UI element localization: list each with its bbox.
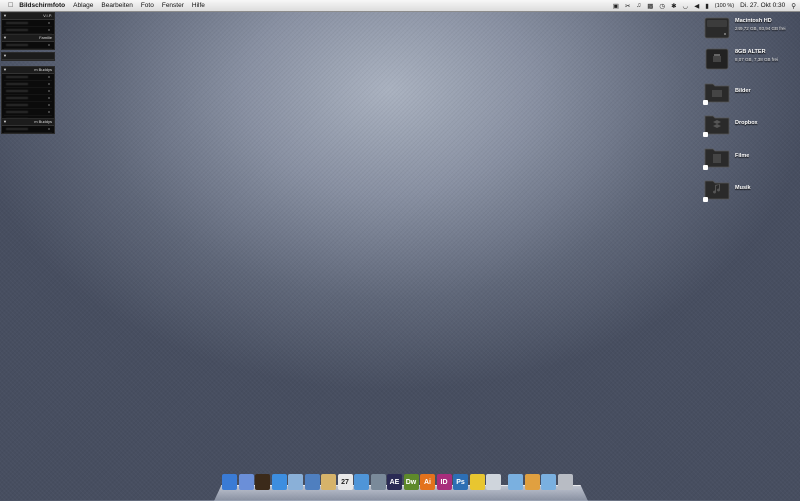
buddy-group-header[interactable]: ▼ m Buddys bbox=[2, 119, 54, 126]
buddy-row[interactable] bbox=[4, 102, 52, 109]
alias-badge-icon bbox=[703, 100, 708, 105]
dock-separator bbox=[503, 474, 507, 494]
desktop-item-label: Filme bbox=[735, 153, 750, 159]
dock-iphoto-icon[interactable] bbox=[370, 474, 386, 490]
desktop-item-info: 249,72 GB, 93,94 GB frei bbox=[735, 26, 786, 31]
desktop-bilder[interactable]: Bilder bbox=[703, 80, 798, 105]
usb-drive-icon[interactable] bbox=[704, 47, 730, 71]
disclosure-triangle-icon[interactable]: ▼ bbox=[3, 53, 7, 59]
dock-photoshop-icon[interactable]: Ps bbox=[453, 474, 468, 490]
desktop-wallpaper bbox=[0, 0, 800, 500]
dock-ical-icon[interactable]: 27 bbox=[337, 474, 353, 490]
alias-badge-icon bbox=[703, 132, 708, 137]
app-menu[interactable]: Bildschirmfoto bbox=[19, 2, 65, 9]
battery-percent: (100 %) bbox=[714, 2, 735, 9]
buddy-group-header[interactable]: ▼ Familie bbox=[2, 35, 54, 42]
buddy-group-vip[interactable]: ▼ V.I.P. bbox=[1, 12, 55, 35]
clock[interactable]: Di. 27. Okt 0:30 bbox=[740, 2, 785, 9]
dock-adium-icon[interactable] bbox=[255, 474, 270, 490]
scissors-icon[interactable]: ✂ bbox=[625, 2, 630, 10]
dock-trash-icon[interactable] bbox=[557, 474, 573, 490]
disclosure-triangle-icon[interactable]: ▼ bbox=[3, 119, 7, 125]
dock-after-effects-icon[interactable]: AE bbox=[387, 474, 402, 490]
desktop-item-label: Bilder bbox=[735, 88, 751, 94]
dock-applications-stack-icon[interactable] bbox=[508, 474, 523, 490]
buddy-row[interactable] bbox=[4, 95, 52, 102]
disclosure-triangle-icon[interactable]: ▼ bbox=[3, 35, 7, 41]
music-note-icon[interactable]: ♫ bbox=[636, 2, 641, 9]
desktop-item-label: 8GB ALTER bbox=[735, 49, 766, 55]
volume-icon[interactable]: ◀ bbox=[694, 2, 699, 10]
dock-ical-addressbook-icon[interactable] bbox=[304, 474, 320, 490]
buddy-group-familie[interactable]: ▼ Familie bbox=[1, 34, 55, 50]
desktop-musik[interactable]: Musik bbox=[703, 177, 798, 202]
desktop-item-label: Macintosh HD bbox=[735, 18, 772, 24]
desktop-item-info: 8,07 GB, 7,38 GB frei bbox=[735, 57, 779, 62]
buddy-row[interactable] bbox=[4, 27, 52, 34]
disclosure-triangle-icon[interactable]: ▼ bbox=[3, 13, 7, 19]
menu-fenster[interactable]: Fenster bbox=[162, 2, 184, 9]
dock: 27 AE Dw Ai ID Ps bbox=[222, 474, 573, 494]
dock-itunes-icon[interactable] bbox=[354, 474, 369, 490]
alias-badge-icon bbox=[703, 197, 708, 202]
bluetooth-icon[interactable]: ✱ bbox=[671, 2, 676, 10]
desktop-item-label: Musik bbox=[735, 185, 751, 191]
wifi-icon[interactable]: ◡ bbox=[683, 2, 689, 10]
buddy-group-buddys[interactable]: ▼ m Buddys bbox=[1, 66, 55, 124]
battery-icon[interactable]: ▮ bbox=[705, 2, 709, 10]
dock-indesign-icon[interactable]: ID bbox=[436, 474, 452, 490]
desktop-dropbox[interactable]: Dropbox bbox=[703, 112, 798, 137]
dropbox-status-icon[interactable]: ▣ bbox=[613, 2, 619, 10]
dock-documents-stack-icon[interactable] bbox=[524, 474, 540, 490]
buddy-row[interactable] bbox=[4, 42, 52, 49]
dock-safari-icon[interactable] bbox=[271, 474, 287, 490]
desktop-macintosh-hd[interactable]: Macintosh HD 249,72 GB, 93,94 GB frei bbox=[703, 16, 798, 40]
buddy-row[interactable] bbox=[4, 88, 52, 95]
dock-dreamweaver-icon[interactable]: Dw bbox=[403, 474, 419, 490]
buddy-row[interactable] bbox=[4, 74, 52, 81]
alias-badge-icon bbox=[703, 165, 708, 170]
dock-finder-icon[interactable] bbox=[222, 474, 237, 490]
menu-bearbeiten[interactable]: Bearbeiten bbox=[101, 2, 132, 9]
menu-ablage[interactable]: Ablage bbox=[73, 2, 93, 9]
buddy-row[interactable] bbox=[4, 109, 52, 116]
dock-cyberduck-icon[interactable] bbox=[469, 474, 485, 490]
menu-bar:  Bildschirmfoto Ablage Bearbeiten Foto … bbox=[0, 0, 800, 12]
dock-notes-icon[interactable] bbox=[321, 474, 336, 490]
dock-mail-icon[interactable] bbox=[288, 474, 303, 490]
menu-hilfe[interactable]: Hilfe bbox=[192, 2, 205, 9]
buddy-group-header[interactable]: ▼ V.I.P. bbox=[2, 13, 54, 20]
hard-drive-icon[interactable] bbox=[704, 16, 730, 40]
time-machine-icon[interactable]: ◷ bbox=[659, 2, 665, 10]
dock-illustrator-icon[interactable]: Ai bbox=[420, 474, 435, 490]
dock-downloads-stack-icon[interactable] bbox=[541, 474, 556, 490]
buddy-group-header[interactable]: ▼ bbox=[2, 53, 54, 60]
apple-menu-icon[interactable]:  bbox=[8, 2, 13, 9]
buddy-group-header[interactable]: ▼ m Buddys bbox=[2, 67, 54, 74]
buddy-row[interactable] bbox=[4, 126, 52, 133]
buddy-group-empty[interactable]: ▼ bbox=[1, 52, 55, 61]
desktop-filme[interactable]: Filme bbox=[703, 145, 798, 170]
dock-preview-icon[interactable] bbox=[238, 474, 254, 490]
dock-textedit-icon[interactable] bbox=[486, 474, 501, 490]
buddy-group-buddys-2[interactable]: ▼ m Buddys bbox=[1, 118, 55, 134]
menu-foto[interactable]: Foto bbox=[141, 2, 154, 9]
buddy-row[interactable] bbox=[4, 20, 52, 27]
disclosure-triangle-icon[interactable]: ▼ bbox=[3, 67, 7, 73]
display-icon[interactable]: ▩ bbox=[647, 2, 653, 10]
buddy-row[interactable] bbox=[4, 81, 52, 88]
desktop-8gb-alter[interactable]: 8GB ALTER 8,07 GB, 7,38 GB frei bbox=[703, 47, 798, 71]
spotlight-search-icon[interactable]: ⚲ bbox=[791, 2, 796, 10]
desktop-item-label: Dropbox bbox=[735, 120, 758, 126]
